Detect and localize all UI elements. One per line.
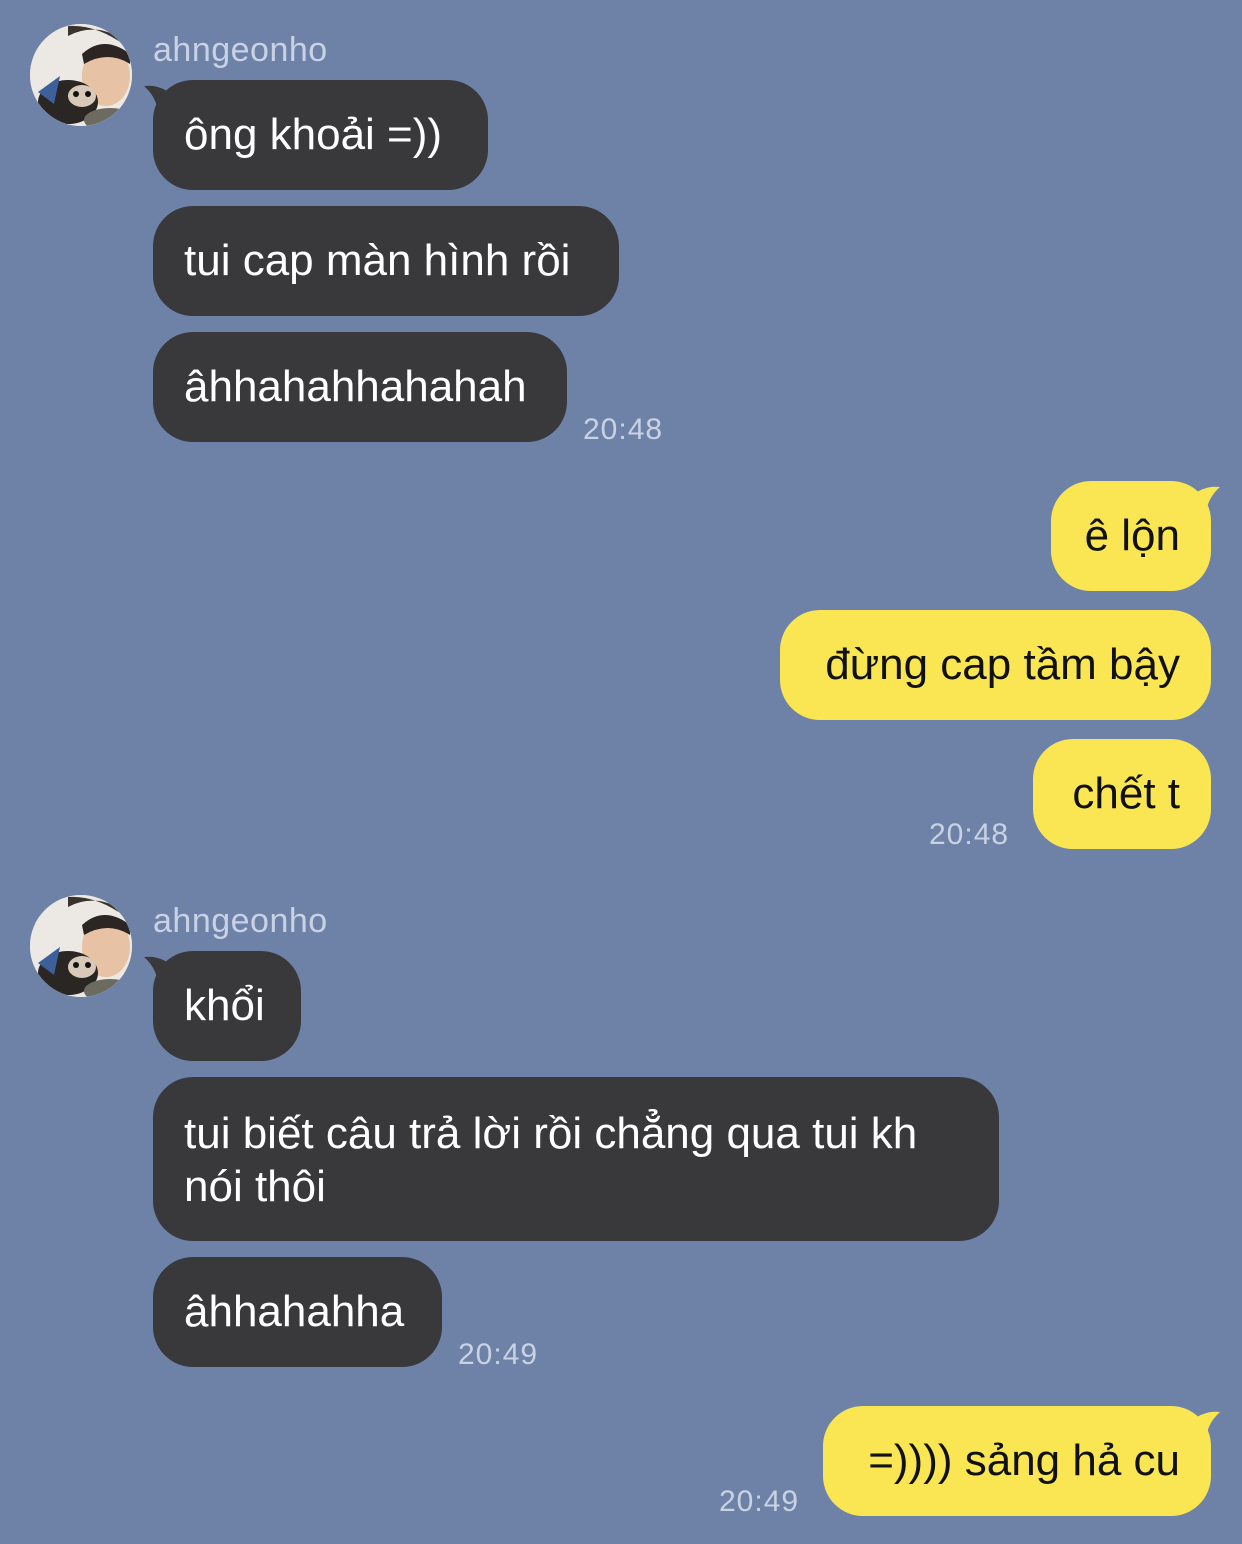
- message-timestamp: 20:48: [583, 413, 664, 446]
- incoming-message[interactable]: ông khoải =)): [153, 80, 488, 190]
- incoming-message[interactable]: tui biết câu trả lời rồi chẳng qua tui k…: [153, 1077, 999, 1241]
- sender-name: ahngeonho: [153, 902, 328, 940]
- outgoing-message[interactable]: chết t: [1033, 739, 1211, 849]
- outgoing-message[interactable]: =)))) sảng hả cu: [823, 1406, 1211, 1516]
- message-timestamp: 20:48: [929, 818, 1010, 851]
- sender-name: ahngeonho: [153, 31, 328, 69]
- sender-avatar[interactable]: [30, 24, 132, 126]
- outgoing-message[interactable]: ê lộn: [1051, 481, 1211, 591]
- sender-avatar[interactable]: [30, 895, 132, 997]
- incoming-message[interactable]: âhhahahhahahah: [153, 332, 567, 442]
- incoming-message[interactable]: tui cap màn hình rồi: [153, 206, 619, 316]
- message-timestamp: 20:49: [458, 1338, 539, 1371]
- message-timestamp: 20:49: [719, 1485, 800, 1518]
- incoming-message[interactable]: âhhahahha: [153, 1257, 442, 1367]
- avatar-icon: [30, 24, 132, 126]
- avatar-icon: [30, 895, 132, 997]
- incoming-message[interactable]: khổi: [153, 951, 301, 1061]
- outgoing-message[interactable]: đừng cap tầm bậy: [780, 610, 1211, 720]
